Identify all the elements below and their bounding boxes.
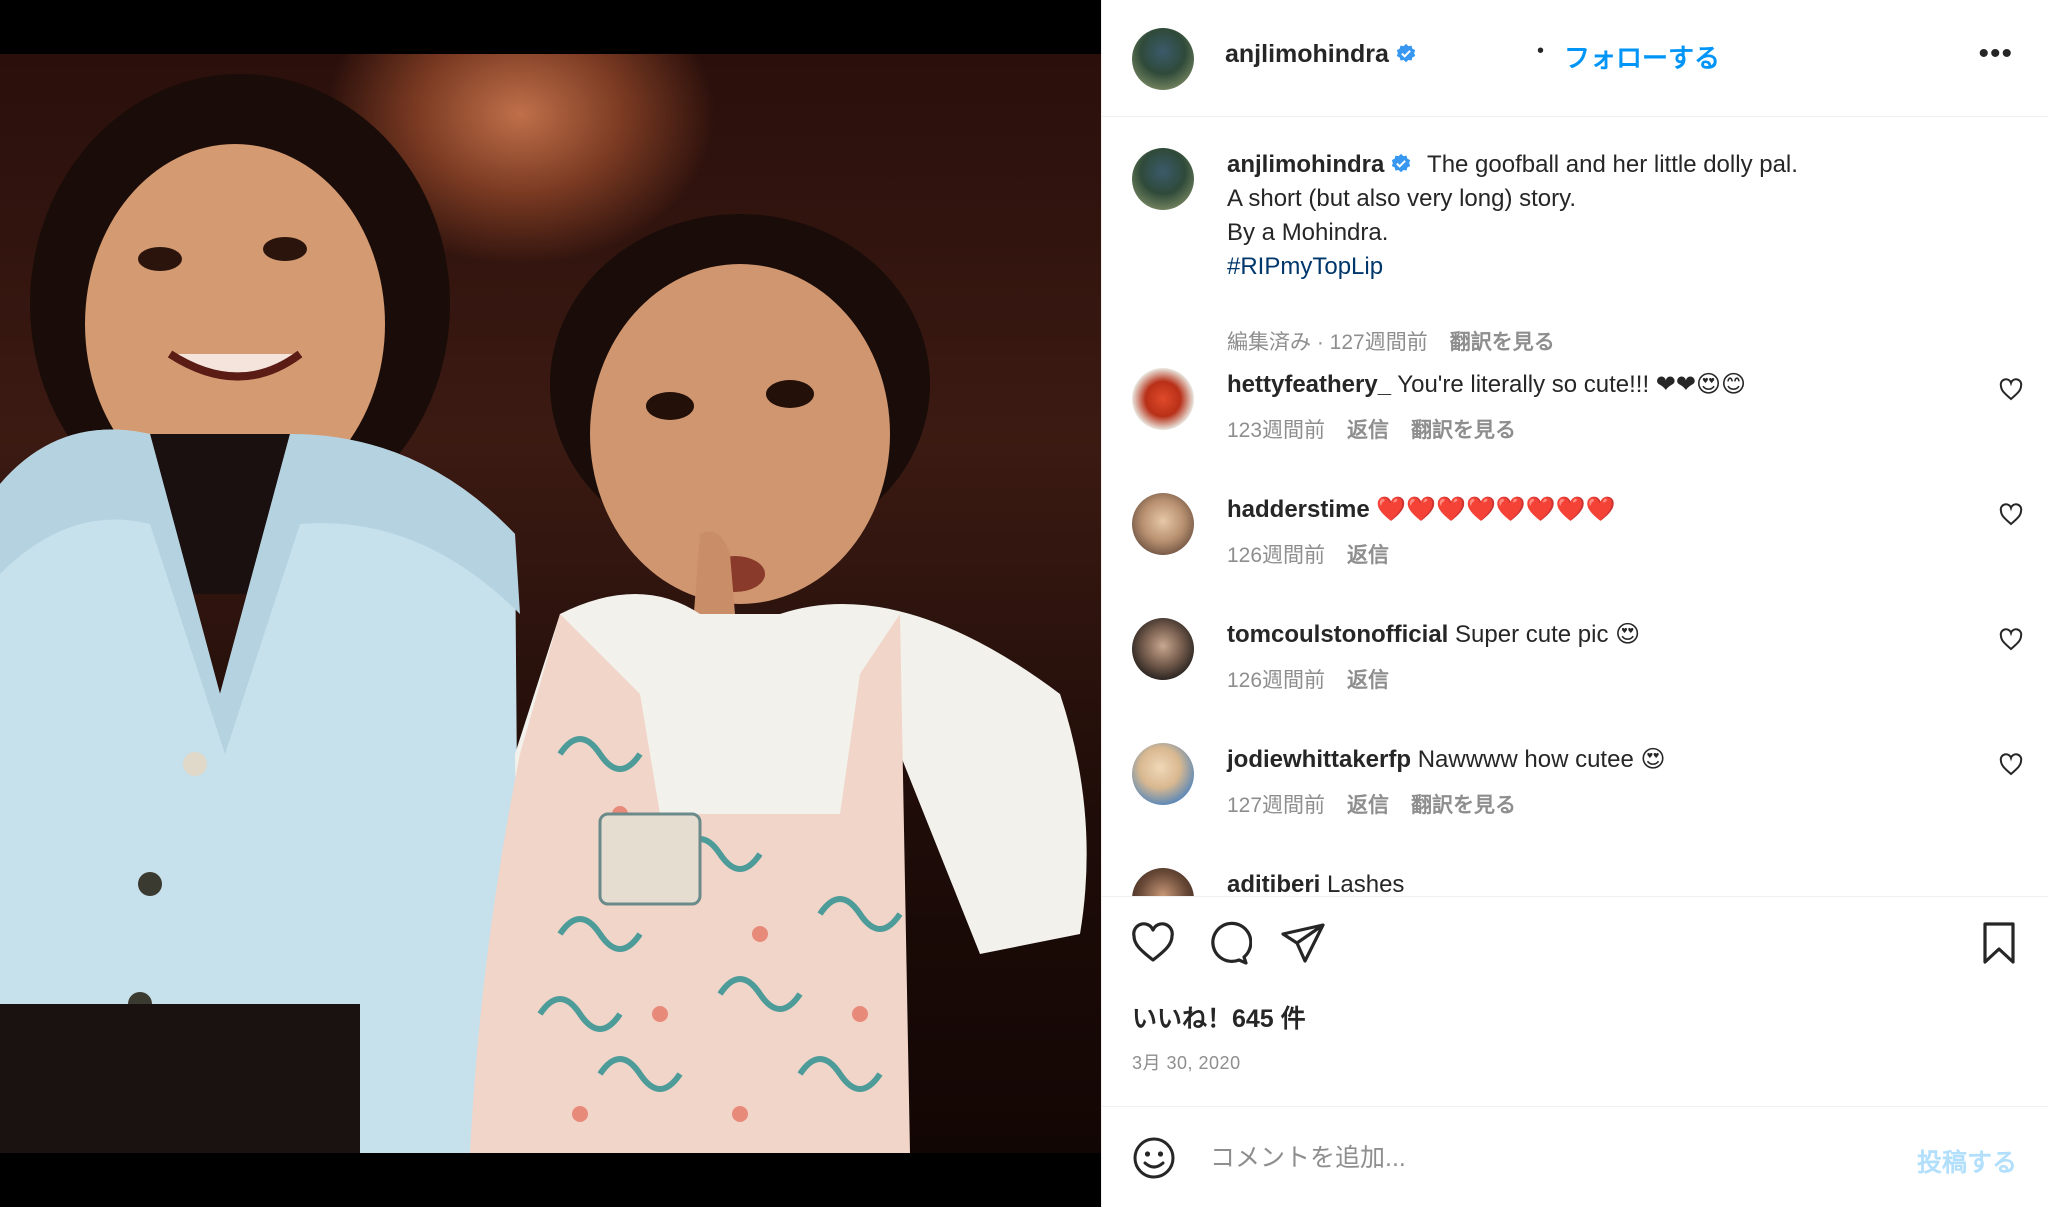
caption-line-2: A short (but also very long) story.: [1227, 185, 1577, 212]
comment-item: tomcoulstonofficial Super cute pic 😍 126…: [1102, 618, 2048, 718]
comment-username[interactable]: hadderstime: [1227, 496, 1370, 523]
header-separator: •: [1537, 40, 1545, 62]
comment-username[interactable]: aditiberi: [1227, 871, 1320, 896]
comment-body: ❤️❤️❤️❤️❤️❤️❤️❤️: [1376, 496, 1616, 523]
comment-item: aditiberi Lashes: [1102, 868, 2048, 896]
comment-username[interactable]: jodiewhittakerfp: [1227, 746, 1411, 773]
author-username-text[interactable]: anjlimohindra: [1225, 40, 1389, 68]
caption-edited-time: 編集済み · 127週間前: [1227, 331, 1428, 354]
comment-reply-link[interactable]: 返信: [1347, 419, 1389, 442]
photo-two-children: [0, 74, 1087, 1153]
comment-text: aditiberi Lashes: [1227, 868, 1969, 896]
comments-list: anjlimohindra The goofball and her littl…: [1102, 118, 2048, 896]
comment-translate-link[interactable]: 翻訳を見る: [1411, 419, 1516, 442]
like-heart-icon[interactable]: [1129, 919, 1177, 967]
caption-line-3: By a Mohindra.: [1227, 219, 1389, 246]
comment-meta: 127週間前 返信 翻訳を見る: [1227, 789, 1538, 819]
comment-like-heart-icon[interactable]: [1999, 378, 2023, 402]
comment-avatar[interactable]: [1132, 493, 1194, 555]
comment-text: hadderstime ❤️❤️❤️❤️❤️❤️❤️❤️: [1227, 493, 1969, 527]
comment-like-heart-icon[interactable]: [1999, 628, 2023, 652]
comment-bubble-icon[interactable]: [1204, 919, 1252, 967]
comment-body: You're literally so cute!!! ❤❤😍😊: [1397, 371, 1747, 398]
comment-username[interactable]: hettyfeathery_: [1227, 371, 1391, 398]
comment-text: jodiewhittakerfp Nawwww how cutee 😍: [1227, 743, 1969, 777]
comment-meta: 126週間前 返信: [1227, 664, 1411, 694]
caption-avatar[interactable]: [1132, 148, 1194, 210]
bookmark-save-icon[interactable]: [1975, 919, 2023, 967]
follow-button[interactable]: フォローする: [1564, 38, 1720, 75]
post-photo[interactable]: [0, 54, 1101, 1153]
comment-like-heart-icon[interactable]: [1999, 503, 2023, 527]
comment-like-heart-icon[interactable]: [1999, 753, 2023, 777]
comment-reply-link[interactable]: 返信: [1347, 544, 1389, 567]
comment-avatar[interactable]: [1132, 368, 1194, 430]
comment-text: tomcoulstonofficial Super cute pic 😍: [1227, 618, 1969, 652]
caption-hashtag[interactable]: #RIPmyTopLip: [1227, 253, 1383, 280]
caption: anjlimohindra The goofball and her littl…: [1102, 148, 2048, 354]
more-options-icon[interactable]: •••: [1978, 39, 2013, 69]
comment-meta: 123週間前 返信 翻訳を見る: [1227, 414, 1538, 444]
author-username[interactable]: anjlimohindra: [1225, 40, 1417, 69]
caption-line-1: The goofball and her little dolly pal.: [1427, 151, 1798, 178]
photo-area: [0, 0, 1101, 1207]
comment-item: jodiewhittakerfp Nawwww how cutee 😍 127週…: [1102, 743, 2048, 843]
comment-input[interactable]: [1210, 1135, 1850, 1181]
add-comment-bar: 投稿する: [1102, 1106, 2048, 1207]
comment-body: Nawwww how cutee 😍: [1417, 746, 1666, 773]
verified-badge-icon: [1396, 43, 1416, 63]
comment-meta: 126週間前 返信: [1227, 539, 1411, 569]
author-avatar[interactable]: [1132, 28, 1194, 90]
emoji-icon[interactable]: [1132, 1136, 1176, 1180]
comment-avatar[interactable]: [1132, 618, 1194, 680]
comment-body: Lashes: [1327, 871, 1405, 896]
comment-item: hadderstime ❤️❤️❤️❤️❤️❤️❤️❤️ 126週間前 返信: [1102, 493, 2048, 593]
comment-time: 123週間前: [1227, 419, 1326, 442]
comment-reply-link[interactable]: 返信: [1347, 794, 1389, 817]
comment-avatar[interactable]: [1132, 868, 1194, 896]
comment-translate-link[interactable]: 翻訳を見る: [1411, 794, 1516, 817]
caption-text: anjlimohindra The goofball and her littl…: [1227, 148, 1969, 284]
caption-translate-link[interactable]: 翻訳を見る: [1450, 331, 1555, 354]
comment-avatar[interactable]: [1132, 743, 1194, 805]
comment-username[interactable]: tomcoulstonofficial: [1227, 621, 1448, 648]
comment-text: hettyfeathery_ You're literally so cute!…: [1227, 368, 1969, 402]
verified-badge-icon: [1392, 153, 1411, 173]
post-modal: anjlimohindra • フォローする ••• anjlimohindra…: [0, 0, 2048, 1207]
comment-time: 126週間前: [1227, 544, 1326, 567]
post-side-panel: anjlimohindra • フォローする ••• anjlimohindra…: [1101, 0, 2048, 1207]
caption-username[interactable]: anjlimohindra: [1227, 151, 1384, 178]
share-send-icon[interactable]: [1279, 919, 1327, 967]
post-comment-button[interactable]: 投稿する: [1917, 1143, 2017, 1179]
comment-item: hettyfeathery_ You're literally so cute!…: [1102, 368, 2048, 468]
comment-time: 126週間前: [1227, 669, 1326, 692]
post-date: 3月 30, 2020: [1132, 1053, 1241, 1073]
post-header: anjlimohindra • フォローする •••: [1102, 0, 2048, 117]
comment-body: Super cute pic 😍: [1455, 621, 1641, 648]
caption-meta: 編集済み · 127週間前 翻訳を見る: [1227, 326, 1577, 356]
comment-time: 127週間前: [1227, 794, 1326, 817]
likes-count[interactable]: いいね！645 件: [1132, 999, 1306, 1035]
comment-reply-link[interactable]: 返信: [1347, 669, 1389, 692]
post-actions: いいね！645 件 3月 30, 2020: [1102, 896, 2048, 1106]
